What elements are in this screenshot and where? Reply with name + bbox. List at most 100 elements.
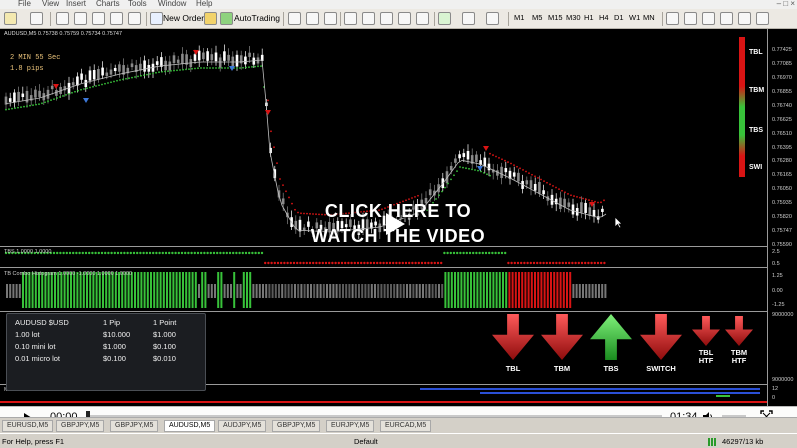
market-watch-icon[interactable] <box>56 12 69 25</box>
line-chart-icon[interactable] <box>324 12 337 25</box>
histogram-bar <box>249 272 252 308</box>
chart-tab[interactable]: GBPJPY,M5 <box>56 420 105 432</box>
support-dot <box>47 100 49 103</box>
timeframe-h1[interactable]: H1 <box>584 13 594 22</box>
bar-chart-icon[interactable] <box>288 12 301 25</box>
chart-window[interactable]: AUDUSD,M5 0.75738 0.75759 0.75734 0.7574… <box>0 29 797 406</box>
tbs-dot <box>62 251 65 255</box>
price-axis[interactable]: 0.77425 0.77085 0.76970 0.76855 0.76740 0.766… <box>767 29 797 406</box>
histogram-bar <box>12 284 15 298</box>
histogram-bar <box>258 284 261 298</box>
data-window-icon[interactable] <box>74 12 87 25</box>
navigator-icon[interactable] <box>92 12 105 25</box>
histogram-bar <box>521 272 524 308</box>
histogram-bar <box>108 272 111 308</box>
timeframe-d1[interactable]: D1 <box>614 13 624 22</box>
new-order-button[interactable]: New Order <box>163 13 204 23</box>
resistance-dot <box>267 99 269 102</box>
menu-file[interactable]: File <box>18 0 31 8</box>
timeframe-mn[interactable]: MN <box>643 13 655 22</box>
tbs-dot <box>139 251 142 255</box>
play-overlay-icon[interactable] <box>386 213 405 235</box>
candlestick-icon[interactable] <box>306 12 319 25</box>
mouse-cursor-icon <box>614 216 623 229</box>
histogram-bar <box>89 272 92 308</box>
timeframe-m1[interactable]: M1 <box>514 13 524 22</box>
tbs-dot <box>200 251 203 255</box>
templates-icon[interactable] <box>486 12 499 25</box>
tbs-dot <box>529 261 532 265</box>
crosshair-icon[interactable] <box>684 12 697 25</box>
timeframe-h4[interactable]: H4 <box>599 13 609 22</box>
histogram-bar <box>329 284 332 298</box>
profiles-icon[interactable] <box>30 12 43 25</box>
resistance-dot <box>504 159 506 162</box>
price-tick: 0.76395 <box>772 144 792 151</box>
new-chart-icon[interactable] <box>4 12 17 25</box>
resistance-dot <box>546 181 548 184</box>
tbs-dot <box>196 251 200 255</box>
vertical-line-icon[interactable] <box>702 12 715 25</box>
resistance-dot <box>507 161 509 163</box>
resistance-dot <box>282 184 284 187</box>
chart-tab[interactable]: GBPJPY,M5 <box>110 420 159 432</box>
histogram-bar <box>140 272 143 308</box>
support-dot <box>236 67 238 69</box>
pane-divider[interactable] <box>0 311 767 312</box>
histogram-bar <box>70 272 72 308</box>
resistance-dot <box>273 146 275 149</box>
histogram-bar <box>450 272 453 308</box>
window-controls[interactable]: – □ × <box>777 0 795 8</box>
chart-tab[interactable]: EURUSD,M5 <box>2 420 54 432</box>
pane-divider[interactable] <box>0 267 767 268</box>
autotrading-button[interactable]: AutoTrading <box>234 13 280 23</box>
menu-tools[interactable]: Tools <box>128 0 147 8</box>
chart-tab[interactable]: EURCAD,M5 <box>380 420 432 432</box>
new-order-icon[interactable] <box>150 12 163 25</box>
chart-tab[interactable]: AUDUSD,M5 <box>164 420 216 432</box>
timeframe-m5[interactable]: M5 <box>532 13 542 22</box>
tbs-dot <box>539 261 542 265</box>
menu-charts[interactable]: Charts <box>96 0 120 8</box>
candle-body <box>538 181 541 194</box>
strategy-tester-icon[interactable] <box>128 12 141 25</box>
menu-insert[interactable]: Insert <box>66 0 86 8</box>
timeframe-m30[interactable]: M30 <box>566 13 581 22</box>
support-dot <box>444 186 446 189</box>
chart-tab[interactable]: GBPJPY,M5 <box>272 420 321 432</box>
table-cell: $0.100 <box>153 342 176 351</box>
menu-window[interactable]: Window <box>158 0 186 8</box>
chart-shift-icon[interactable] <box>398 12 411 25</box>
chart-tab[interactable]: AUDJPY,M5 <box>218 420 267 432</box>
menu-bar: File View Insert Charts Tools Window Hel… <box>0 0 797 9</box>
timeframe-w1[interactable]: W1 <box>629 13 640 22</box>
support-dot <box>158 71 160 74</box>
terminal-icon[interactable] <box>110 12 123 25</box>
histogram-tick: -1.25 <box>772 302 785 308</box>
text-tool-icon[interactable] <box>756 12 769 25</box>
cursor-icon[interactable] <box>666 12 679 25</box>
timeframe-m15[interactable]: M15 <box>548 13 563 22</box>
tile-windows-icon[interactable] <box>380 12 393 25</box>
autoscroll-icon[interactable] <box>416 12 429 25</box>
trendline-icon[interactable] <box>738 12 751 25</box>
menu-view[interactable]: View <box>42 0 59 8</box>
support-dot <box>95 85 97 87</box>
zoom-in-icon[interactable] <box>344 12 357 25</box>
indicators-icon[interactable] <box>438 12 451 25</box>
support-dot <box>179 69 181 71</box>
horizontal-line-icon[interactable] <box>720 12 733 25</box>
menu-help[interactable]: Help <box>196 0 212 8</box>
chart-tab[interactable]: EURJPY,M5 <box>326 420 375 432</box>
table-header-cell: 1 Point <box>153 318 177 327</box>
autotrading-icon[interactable] <box>220 12 233 25</box>
signal-tag-tbs: TBS <box>749 127 763 134</box>
table-cell: $0.100 <box>103 354 126 363</box>
periods-icon[interactable] <box>462 12 475 25</box>
support-dot <box>441 190 443 193</box>
zoom-out-icon[interactable] <box>362 12 375 25</box>
metaeditor-icon[interactable] <box>204 12 217 25</box>
tbs-dot <box>491 251 494 255</box>
candle-body <box>466 151 470 160</box>
tbs-dot <box>136 251 139 255</box>
